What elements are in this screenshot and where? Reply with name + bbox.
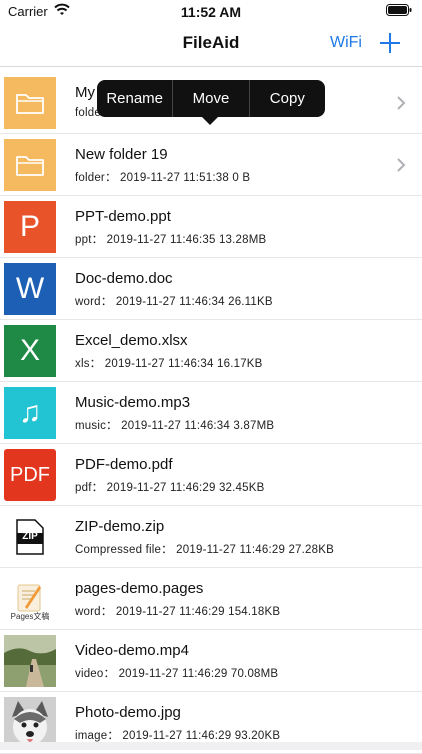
file-name: PPT-demo.ppt: [75, 208, 171, 225]
file-meta: folder： 2019-11-27 11:51:38 0 B: [75, 172, 251, 184]
file-type-glyph: ♫: [18, 396, 42, 429]
clock: 11:52 AM: [180, 4, 242, 20]
plus-icon[interactable]: [378, 31, 402, 55]
video-thumbnail: [4, 635, 56, 687]
context-menu: Rename Move Copy: [97, 80, 325, 125]
zip-file-icon: ZIP: [4, 511, 56, 563]
file-name: Excel_demo.xlsx: [75, 332, 188, 349]
copy-menu-item[interactable]: Copy: [248, 80, 325, 117]
file-meta: word： 2019-11-27 11:46:29 154.18KB: [75, 606, 281, 618]
music-file-icon: ♫: [4, 387, 56, 439]
file-name: New folder 19: [75, 146, 168, 163]
ppt-file-icon: P: [4, 201, 56, 253]
folder-icon: [4, 139, 56, 191]
file-name: My: [75, 84, 95, 101]
folder-icon: [4, 77, 56, 129]
wifi-button[interactable]: WiFi: [330, 34, 362, 52]
file-type-glyph: P: [19, 210, 40, 243]
file-name: ZIP-demo.zip: [75, 518, 165, 535]
file-row[interactable]: New folder 19 folder： 2019-11-27 11:51:38…: [0, 134, 422, 196]
file-name: Music-demo.mp3: [75, 394, 191, 411]
status-bar: Carrier 11:52 AM: [0, 0, 422, 22]
file-name: Video-demo.mp4: [75, 642, 189, 659]
chevron-right-icon: [397, 158, 406, 172]
file-type-glyph: X: [19, 334, 40, 367]
file-row[interactable]: ZIP ZIP-demo.zip Compressed file： 2019-11-…: [0, 506, 422, 568]
file-name: Photo-demo.jpg: [75, 704, 181, 721]
file-name: pages-demo.pages: [75, 580, 204, 597]
bottom-edge: [0, 742, 422, 750]
file-meta: ppt： 2019-11-27 11:46:35 13.28MB: [75, 234, 267, 246]
file-meta: word： 2019-11-27 11:46:34 26.11KB: [75, 296, 273, 308]
file-name: PDF-demo.pdf: [75, 456, 173, 473]
file-meta: music： 2019-11-27 11:46:34 3.87MB: [75, 420, 275, 432]
file-meta: pdf： 2019-11-27 11:46:29 32.45KB: [75, 482, 265, 494]
file-meta: image： 2019-11-27 11:46:29 93.20KB: [75, 730, 281, 742]
file-type-glyph: Pages文稿: [10, 612, 50, 621]
battery-icon: [386, 4, 412, 16]
file-type-glyph: ZIP: [22, 531, 38, 542]
file-row[interactable]: ♫ Music-demo.mp3 music： 2019-11-27 11:46:3…: [0, 382, 422, 444]
file-row[interactable]: X Excel_demo.xlsx xls： 2019-11-27 11:46:34…: [0, 320, 422, 382]
menu-arrow: [201, 116, 219, 125]
file-meta: Compressed file： 2019-11-27 11:46:29 27.…: [75, 544, 334, 556]
word-file-icon: W: [4, 263, 56, 315]
pages-file-icon: Pages文稿: [4, 573, 56, 625]
file-meta: xls： 2019-11-27 11:46:34 16.17KB: [75, 358, 263, 370]
navigation-bar: FileAid WiFi: [0, 22, 422, 67]
file-type-glyph: W: [15, 272, 45, 305]
file-list: My folde New folder 19 folder： 2019-11-27 1…: [0, 72, 422, 754]
file-row[interactable]: PDF PDF-demo.pdf pdf： 2019-11-27 11:46:29 …: [0, 444, 422, 506]
file-row[interactable]: P PPT-demo.ppt ppt： 2019-11-27 11:46:35 13…: [0, 196, 422, 258]
rename-menu-item[interactable]: Rename: [97, 80, 172, 117]
pdf-file-icon: PDF: [4, 449, 56, 501]
file-type-glyph: PDF: [10, 463, 50, 486]
xls-file-icon: X: [4, 325, 56, 377]
file-row[interactable]: Pages文稿 pages-demo.pages word： 2019-11-27 …: [0, 568, 422, 630]
chevron-right-icon: [397, 96, 406, 110]
file-name: Doc-demo.doc: [75, 270, 173, 287]
move-menu-item[interactable]: Move: [172, 80, 248, 117]
file-row[interactable]: Video-demo.mp4 video： 2019-11-27 11:46:29…: [0, 630, 422, 692]
file-meta: video： 2019-11-27 11:46:29 70.08MB: [75, 668, 279, 680]
file-row[interactable]: W Doc-demo.doc word： 2019-11-27 11:46:34 2…: [0, 258, 422, 320]
